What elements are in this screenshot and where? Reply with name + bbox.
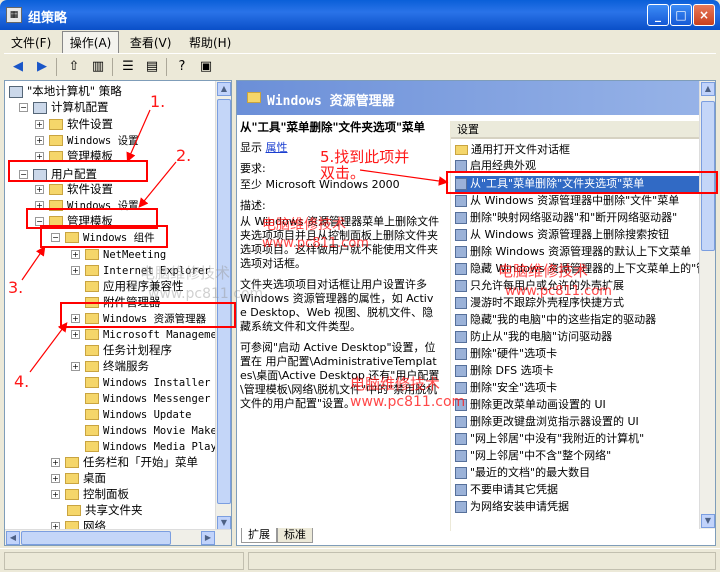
arrow-step4 — [29, 322, 68, 373]
arrow-step3 — [21, 246, 46, 281]
arrow-step5 — [359, 169, 449, 186]
arrow-step2 — [138, 161, 177, 208]
annotation-arrows — [21, 109, 449, 373]
arrow-step1 — [126, 109, 151, 163]
